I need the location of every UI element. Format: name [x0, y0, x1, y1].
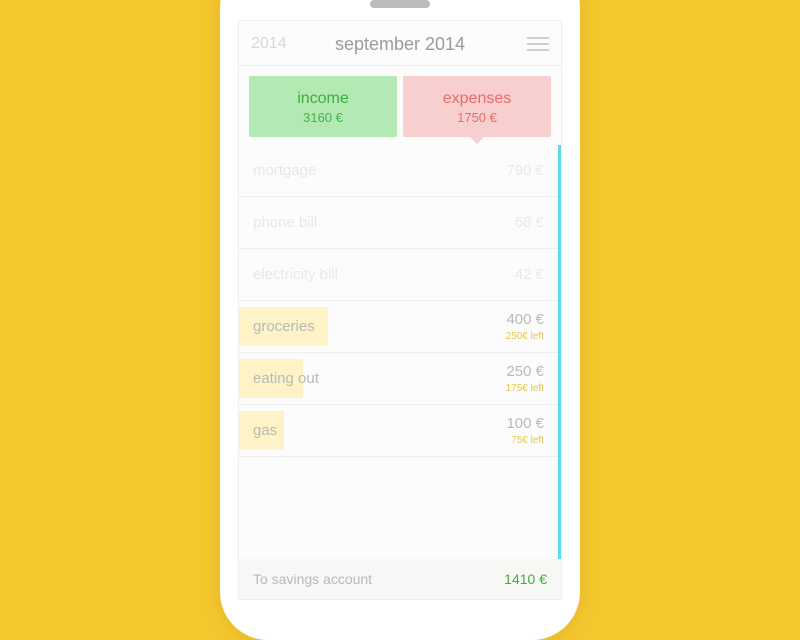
- list-item[interactable]: groceries 400 € 250€ left: [239, 301, 558, 353]
- expense-name: phone bill: [253, 214, 317, 231]
- expense-name: eating out: [253, 370, 319, 387]
- amount-left: 75€ left: [506, 436, 544, 446]
- summary-tabs: income 3160 € expenses 1750 €: [239, 66, 561, 137]
- current-month-title: september 2014: [335, 34, 465, 55]
- list-item[interactable]: phone bill 68 €: [239, 197, 558, 249]
- phone-frame: 2014 september 2014 income 3160 € expens…: [220, 0, 580, 640]
- tab-expenses[interactable]: expenses 1750 €: [403, 76, 551, 137]
- prev-month-label[interactable]: 2014: [251, 35, 287, 53]
- tab-income-amount: 3160 €: [249, 110, 397, 125]
- list-item[interactable]: electricity bill 42 €: [239, 249, 558, 301]
- amount-left: 250€ left: [506, 332, 544, 342]
- expense-name: groceries: [253, 318, 315, 335]
- tab-expenses-amount: 1750 €: [403, 110, 551, 125]
- list-item[interactable]: eating out 250 € 175€ left: [239, 353, 558, 405]
- app-screen: 2014 september 2014 income 3160 € expens…: [238, 20, 562, 600]
- savings-footer: To savings account 1410 €: [239, 559, 561, 599]
- savings-label: To savings account: [253, 571, 372, 587]
- speaker-slot: [370, 0, 430, 8]
- expense-list[interactable]: mortgage 790 € phone bill 68 € electricity b…: [239, 145, 561, 559]
- expense-amount: 400 €: [506, 311, 544, 328]
- list-item[interactable]: mortgage 790 €: [239, 145, 558, 197]
- list-item[interactable]: gas 100 € 75€ left: [239, 405, 558, 457]
- expense-amount: 42 €: [515, 266, 544, 283]
- expense-amount: 68 €: [515, 214, 544, 231]
- expense-name: gas: [253, 422, 277, 439]
- savings-value: 1410 €: [504, 571, 547, 587]
- amount-left: 175€ left: [506, 384, 544, 394]
- expense-amount: 100 €: [506, 415, 544, 432]
- hamburger-menu-icon[interactable]: [527, 37, 549, 51]
- tab-income[interactable]: income 3160 €: [249, 76, 397, 137]
- tab-income-label: income: [249, 90, 397, 108]
- expense-amount: 250 €: [506, 363, 544, 380]
- expense-amount: 790 €: [506, 162, 544, 179]
- expense-name: mortgage: [253, 162, 316, 179]
- header-bar: 2014 september 2014: [239, 21, 561, 66]
- tab-expenses-label: expenses: [403, 90, 551, 108]
- expense-name: electricity bill: [253, 266, 338, 283]
